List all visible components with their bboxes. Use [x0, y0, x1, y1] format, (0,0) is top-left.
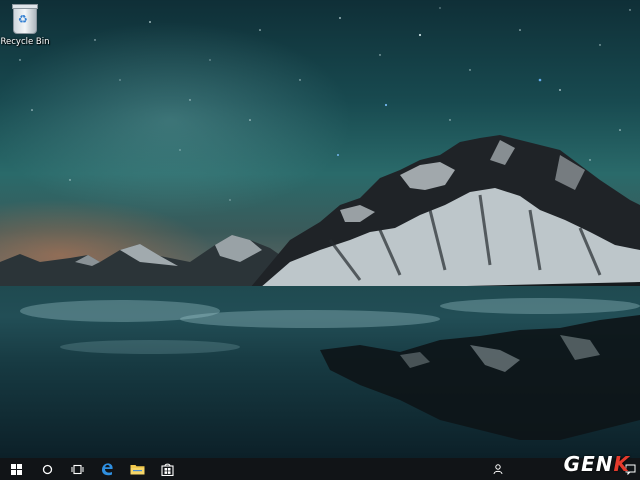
file-explorer-button[interactable]: [122, 458, 152, 480]
desktop: ♻ Recycle Bin: [0, 0, 640, 458]
windows-logo-icon: [10, 463, 22, 475]
desktop-icon-label: Recycle Bin: [0, 37, 50, 47]
store-icon: [160, 463, 174, 476]
task-view-button[interactable]: [62, 458, 92, 480]
search-button[interactable]: [32, 458, 62, 480]
start-button[interactable]: [0, 458, 32, 480]
mountain-reflection: [320, 315, 640, 440]
task-view-icon: [71, 464, 83, 474]
people-button[interactable]: [488, 458, 510, 480]
watermark-accent-text: K: [613, 452, 630, 476]
edge-button[interactable]: [92, 458, 122, 480]
search-circle-icon: [42, 464, 52, 474]
taskbar: [0, 458, 640, 480]
desktop-icon-recycle-bin[interactable]: ♻ Recycle Bin: [0, 4, 50, 48]
edge-icon: [102, 463, 113, 476]
folder-icon: [130, 465, 144, 475]
genk-watermark: GENK: [564, 452, 630, 476]
watermark-text: GEN: [563, 452, 614, 476]
store-button[interactable]: [152, 458, 182, 480]
recycle-bin-icon: ♻: [12, 4, 38, 34]
people-icon: [493, 464, 503, 475]
